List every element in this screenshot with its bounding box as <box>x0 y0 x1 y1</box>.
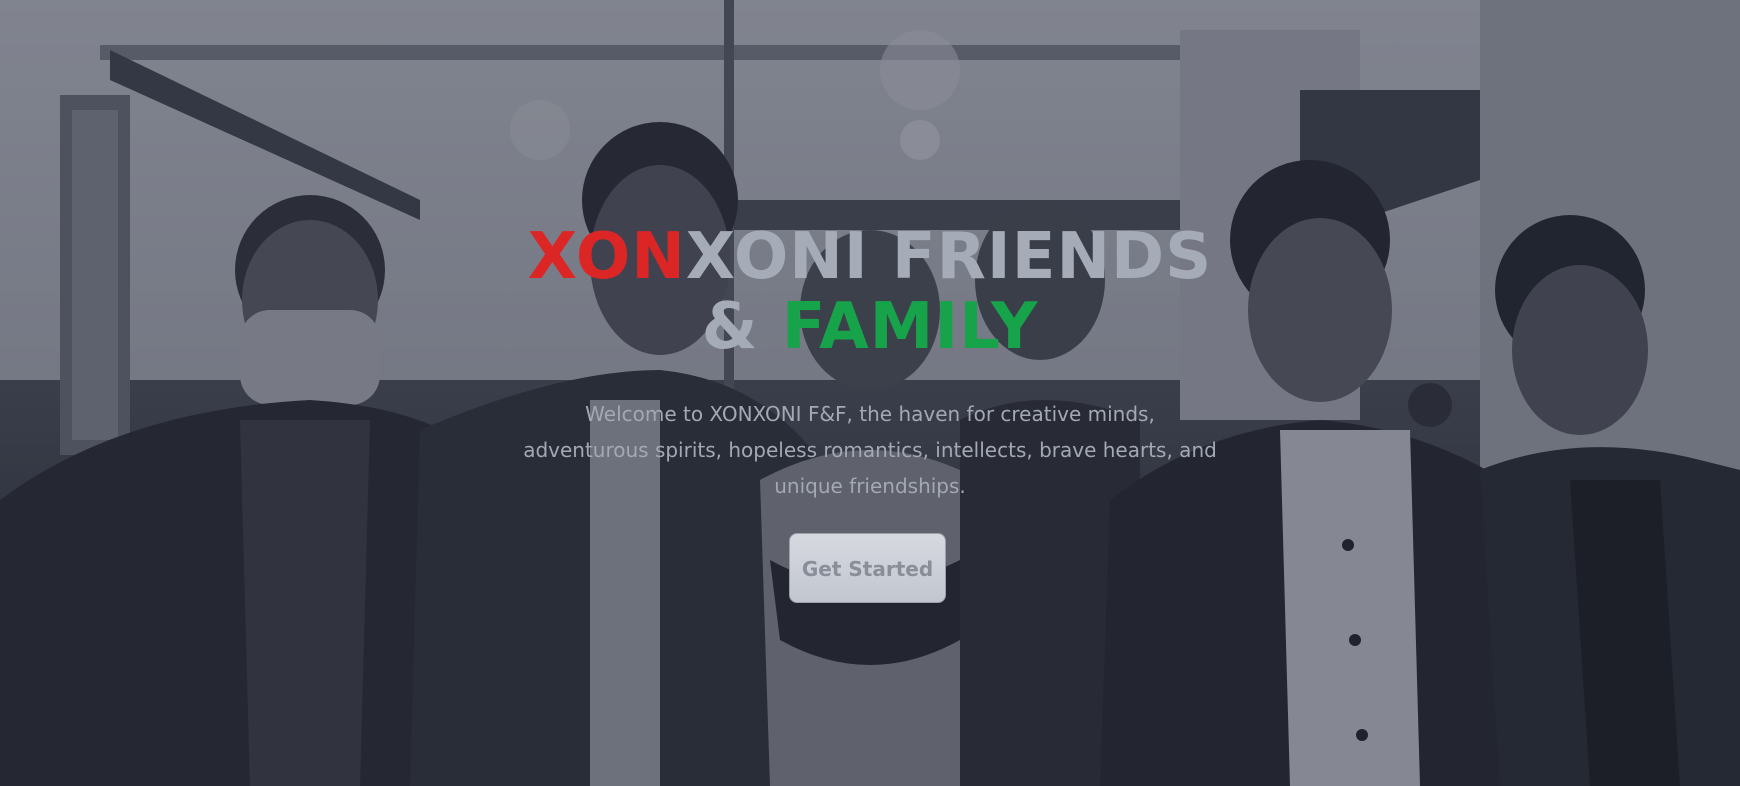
title-red-part: XON <box>527 220 686 294</box>
title-gray-part: XONI FRIENDS <box>685 220 1213 294</box>
title-ampersand: & <box>701 290 782 364</box>
get-started-button[interactable]: Get Started <box>789 533 946 603</box>
hero-section: XONXONI FRIENDS & FAMILY Welcome to XONX… <box>0 0 1740 786</box>
hero-title: XONXONI FRIENDS & FAMILY <box>0 222 1740 362</box>
hero-subtitle: Welcome to XONXONI F&F, the haven for cr… <box>523 402 1217 498</box>
title-green-part: FAMILY <box>781 290 1039 364</box>
hero-content: XONXONI FRIENDS & FAMILY Welcome to XONX… <box>0 0 1740 786</box>
